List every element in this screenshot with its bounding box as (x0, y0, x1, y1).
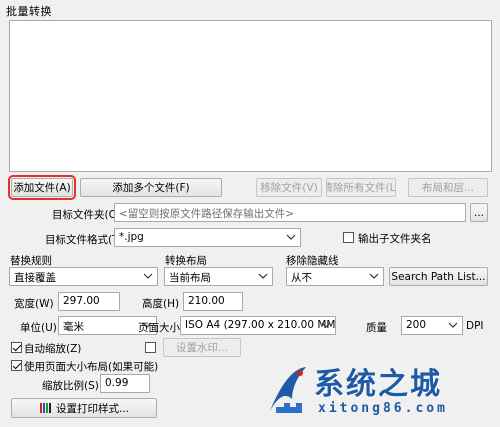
remove-file-button[interactable]: 移除文件(V) (256, 178, 322, 197)
quality-value: 200 (406, 319, 427, 331)
target-format-label: 目标文件格式(T) (45, 234, 123, 246)
watermark-url: xitong86.com (318, 401, 448, 416)
output-subfolder-checkbox[interactable] (343, 232, 354, 243)
width-input[interactable]: 297.00 (58, 292, 120, 311)
page-size-label: 页面大小 (138, 322, 180, 334)
add-file-button[interactable]: 添加文件(A) (8, 175, 76, 200)
unit-label: 单位(U) (20, 322, 57, 334)
castle-logo-icon (270, 367, 306, 413)
convert-layout-select[interactable]: 当前布局 (164, 267, 273, 286)
clear-all-files-button[interactable]: 清除所有文件(L) (326, 178, 396, 197)
print-style-icon (39, 403, 51, 413)
convert-layout-label: 转换布局 (165, 255, 207, 267)
output-subfolder-label: 输出子文件夹名 (358, 233, 432, 245)
replace-rule-select[interactable]: 直接覆盖 (9, 267, 158, 286)
height-input[interactable]: 210.00 (183, 292, 243, 311)
chevron-down-icon (369, 273, 379, 279)
search-path-list-button[interactable]: Search Path List... (389, 267, 488, 286)
chevron-down-icon (143, 273, 153, 279)
quality-unit: DPI (466, 320, 484, 332)
height-label: 高度(H) (142, 298, 180, 310)
layout-layers-button[interactable]: 布局和层... (408, 178, 488, 197)
auto-zoom-label: 自动缩放(Z) (24, 343, 82, 355)
set-print-style-button[interactable]: 设置打印样式... (11, 398, 157, 418)
use-page-layout-label: 使用页面大小布局(如果可能) (24, 361, 159, 373)
set-print-style-label: 设置打印样式... (55, 402, 129, 415)
scale-label: 缩放比例(S) (42, 380, 99, 392)
auto-zoom-checkbox[interactable] (11, 342, 22, 353)
window-title: 批量转换 (6, 5, 52, 18)
target-format-value: *.jpg (119, 231, 144, 243)
convert-layout-value: 当前布局 (169, 272, 211, 284)
page-size-select[interactable]: ISO A4 (297.00 x 210.00 MM) (180, 316, 336, 335)
watermark-checkbox[interactable] (145, 342, 156, 353)
chevron-down-icon (448, 322, 458, 328)
scale-input[interactable]: 0.99 (100, 374, 150, 393)
chevron-down-icon (321, 322, 331, 328)
remove-hidden-lines-label: 移除隐藏线 (286, 255, 339, 267)
file-list[interactable] (9, 20, 492, 172)
quality-label: 质量 (366, 322, 387, 334)
chevron-down-icon (286, 234, 296, 240)
quality-select[interactable]: 200 (401, 316, 463, 335)
replace-rule-value: 直接覆盖 (14, 272, 56, 284)
unit-value: 毫米 (63, 321, 84, 333)
page-size-value: ISO A4 (297.00 x 210.00 MM) (185, 319, 336, 331)
browse-button[interactable]: ... (470, 203, 488, 222)
width-label: 宽度(W) (14, 298, 54, 310)
add-multiple-files-button[interactable]: 添加多个文件(F) (80, 178, 222, 197)
site-watermark: 系统之城 xitong86.com (262, 357, 494, 423)
set-watermark-button[interactable]: 设置水印... (163, 338, 241, 357)
replace-rule-label: 替换规则 (10, 255, 52, 267)
use-page-layout-checkbox[interactable] (11, 360, 22, 371)
watermark-title: 系统之城 (314, 367, 442, 402)
remove-hidden-lines-select[interactable]: 从不 (286, 267, 384, 286)
remove-hidden-lines-value: 从不 (291, 272, 312, 284)
chevron-down-icon (258, 273, 268, 279)
target-folder-label: 目标文件夹(O) (52, 209, 121, 221)
target-folder-input[interactable]: <留空则按原文件路径保存输出文件> (114, 203, 466, 222)
target-format-select[interactable]: *.jpg (114, 228, 301, 247)
